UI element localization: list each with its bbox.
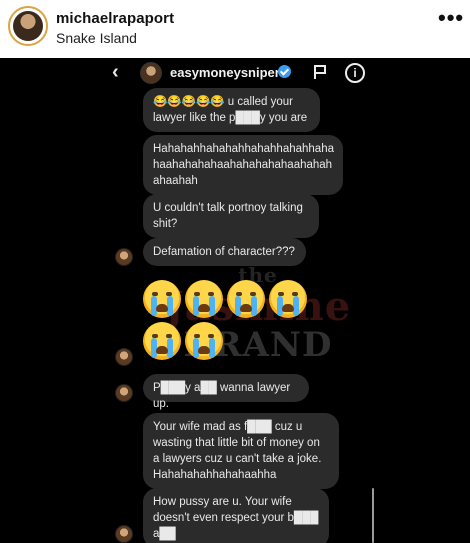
profile-avatar[interactable] (8, 6, 48, 46)
sender-avatar (115, 384, 133, 402)
crying-face-icon (143, 280, 181, 318)
avatar-image (13, 11, 43, 41)
crying-face-icon (227, 280, 265, 318)
sender-avatar (115, 248, 133, 266)
info-icon[interactable]: i (345, 63, 365, 83)
dm-header: ‹ easymoneysniper i (100, 58, 370, 88)
sender-avatar (115, 525, 133, 543)
emoji-message (143, 280, 311, 360)
message-bubble: How pussy are u. Your wife doesn't even … (143, 488, 329, 543)
message-bubble: Your wife mad as f███ cuz u wasting that… (143, 413, 339, 489)
flag-icon[interactable] (312, 64, 328, 80)
dm-screenshot: ‹ easymoneysniper i 😂😂😂😂😂 u called your … (0, 58, 470, 543)
post-header: michaelrapaport Snake Island ••• (0, 0, 470, 58)
contact-name[interactable]: easymoneysniper (170, 65, 280, 80)
sender-avatar (115, 348, 133, 366)
message-bubble: 😂😂😂😂😂 u called your lawyer like the p███… (143, 88, 320, 132)
back-arrow-icon[interactable]: ‹ (112, 62, 119, 82)
scrollbar[interactable] (372, 488, 374, 543)
message-bubble: P███y a██ wanna lawyer up. (143, 374, 309, 410)
crying-face-icon (143, 322, 181, 360)
location-link[interactable]: Snake Island (56, 30, 137, 46)
crying-face-icon (185, 280, 223, 318)
message-bubble: Defamation of character??? (143, 238, 306, 266)
more-options-icon[interactable]: ••• (438, 7, 463, 29)
verified-badge-icon (278, 65, 291, 78)
crying-face-icon (269, 280, 307, 318)
message-bubble: U couldn't talk portnoy talking shit? (143, 194, 319, 238)
contact-avatar[interactable] (140, 62, 162, 84)
crying-face-icon (185, 322, 223, 360)
username-link[interactable]: michaelrapaport (56, 10, 174, 27)
message-bubble: Hahahahhahahahhahahhahahhaha haahahahaha… (143, 135, 343, 195)
